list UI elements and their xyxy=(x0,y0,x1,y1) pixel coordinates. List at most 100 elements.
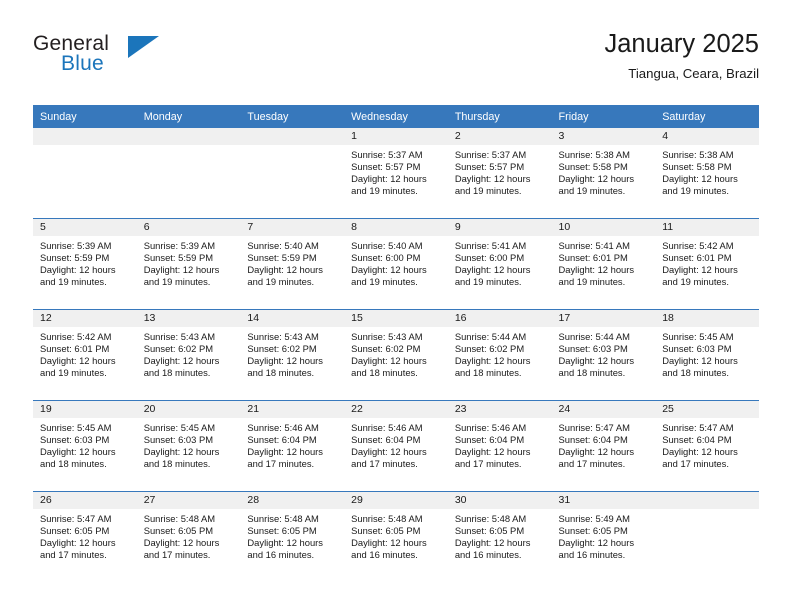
sunrise-text: Sunrise: 5:40 AM xyxy=(247,240,319,251)
day-cell-inner: 17 Sunrise: 5:44 AM Sunset: 6:03 PM Dayligh… xyxy=(551,310,656,400)
calendar-day-cell[interactable]: 20 Sunrise: 5:45 AM Sunset: 6:03 PM Dayligh… xyxy=(136,400,241,492)
day-number: 30 xyxy=(447,492,552,509)
day-number: 5 xyxy=(33,219,137,236)
day-details: Sunrise: 5:39 AM Sunset: 5:59 PM Daylight:… xyxy=(33,236,137,289)
brand-logo[interactable]: General Blue xyxy=(33,32,233,88)
calendar-day-cell[interactable]: 30 Sunrise: 5:48 AM Sunset: 6:05 PM Dayligh… xyxy=(447,491,552,582)
day-cell-inner: 16 Sunrise: 5:44 AM Sunset: 6:02 PM Dayligh… xyxy=(447,310,552,400)
day-details: Sunrise: 5:40 AM Sunset: 6:00 PM Daylight:… xyxy=(344,236,448,289)
calendar-header-row: Sunday Monday Tuesday Wednesday Thursday… xyxy=(33,105,759,128)
calendar-day-cell-empty xyxy=(240,128,345,219)
daylight-text: Daylight: 12 hours and 18 minutes. xyxy=(351,355,427,379)
day-details: Sunrise: 5:45 AM Sunset: 6:03 PM Daylight:… xyxy=(137,418,241,471)
day-number: 28 xyxy=(240,492,345,509)
calendar-day-cell[interactable]: 1 Sunrise: 5:37 AM Sunset: 5:57 PM Daylight… xyxy=(344,128,448,219)
day-number xyxy=(33,128,137,145)
day-cell-inner: 31 Sunrise: 5:49 AM Sunset: 6:05 PM Dayligh… xyxy=(551,492,656,582)
day-details: Sunrise: 5:47 AM Sunset: 6:04 PM Daylight:… xyxy=(655,418,759,471)
calendar-day-cell[interactable]: 6 Sunrise: 5:39 AM Sunset: 5:59 PM Daylight… xyxy=(136,218,241,310)
calendar-day-cell[interactable]: 4 Sunrise: 5:38 AM Sunset: 5:58 PM Daylight… xyxy=(655,128,759,219)
day-cell-inner: 9 Sunrise: 5:41 AM Sunset: 6:00 PM Daylight… xyxy=(447,219,552,309)
day-cell-inner: 15 Sunrise: 5:43 AM Sunset: 6:02 PM Dayligh… xyxy=(344,310,448,400)
day-details: Sunrise: 5:42 AM Sunset: 6:01 PM Daylight:… xyxy=(33,327,137,380)
daylight-text: Daylight: 12 hours and 16 minutes. xyxy=(247,537,323,561)
sunrise-text: Sunrise: 5:48 AM xyxy=(247,513,319,524)
day-cell-inner: 7 Sunrise: 5:40 AM Sunset: 5:59 PM Daylight… xyxy=(240,219,345,309)
sunrise-text: Sunrise: 5:48 AM xyxy=(454,513,527,524)
sunset-text: Sunset: 6:01 PM xyxy=(558,252,628,264)
day-details: Sunrise: 5:38 AM Sunset: 5:58 PM Daylight:… xyxy=(552,145,656,198)
calendar-day-cell[interactable]: 12 Sunrise: 5:42 AM Sunset: 6:01 PM Dayligh… xyxy=(33,309,137,401)
calendar-day-cell[interactable]: 10 Sunrise: 5:41 AM Sunset: 6:01 PM Dayligh… xyxy=(551,218,656,310)
sunrise-text: Sunrise: 5:39 AM xyxy=(143,240,216,251)
calendar-table: Sunday Monday Tuesday Wednesday Thursday… xyxy=(33,105,759,582)
day-number: 17 xyxy=(551,310,656,327)
calendar-day-cell[interactable]: 22 Sunrise: 5:46 AM Sunset: 6:04 PM Dayligh… xyxy=(344,400,448,492)
calendar-day-cell[interactable]: 27 Sunrise: 5:48 AM Sunset: 6:05 PM Dayligh… xyxy=(136,491,241,582)
day-cell-inner xyxy=(655,492,759,582)
sunrise-text: Sunrise: 5:41 AM xyxy=(454,240,527,251)
sunrise-text: Sunrise: 5:47 AM xyxy=(558,422,630,433)
day-cell-inner: 29 Sunrise: 5:48 AM Sunset: 6:05 PM Dayligh… xyxy=(344,492,448,582)
weekday-header-monday: Monday xyxy=(136,105,241,128)
day-number: 20 xyxy=(136,401,241,418)
day-cell-inner xyxy=(240,128,345,218)
daylight-text: Daylight: 12 hours and 19 minutes. xyxy=(351,173,427,197)
calendar-day-cell[interactable]: 8 Sunrise: 5:40 AM Sunset: 6:00 PM Daylight… xyxy=(344,218,448,310)
calendar-week-row: 1 Sunrise: 5:37 AM Sunset: 5:57 PM Daylight… xyxy=(33,128,759,219)
day-cell-inner: 30 Sunrise: 5:48 AM Sunset: 6:05 PM Dayligh… xyxy=(447,492,552,582)
calendar-day-cell-empty xyxy=(33,128,137,219)
calendar-day-cell[interactable]: 13 Sunrise: 5:43 AM Sunset: 6:02 PM Dayligh… xyxy=(136,309,241,401)
page-header: General Blue January 2025 Tiangua, Ceara… xyxy=(33,28,759,94)
calendar-day-cell[interactable]: 5 Sunrise: 5:39 AM Sunset: 5:59 PM Daylight… xyxy=(33,218,137,310)
page-subtitle: Tiangua, Ceara, Brazil xyxy=(628,66,759,81)
calendar-day-cell[interactable]: 14 Sunrise: 5:43 AM Sunset: 6:02 PM Dayligh… xyxy=(240,309,345,401)
calendar-day-cell[interactable]: 21 Sunrise: 5:46 AM Sunset: 6:04 PM Dayligh… xyxy=(240,400,345,492)
calendar-day-cell[interactable]: 29 Sunrise: 5:48 AM Sunset: 6:05 PM Dayligh… xyxy=(344,491,448,582)
sunset-text: Sunset: 6:03 PM xyxy=(558,343,628,355)
calendar-day-cell[interactable]: 31 Sunrise: 5:49 AM Sunset: 6:05 PM Dayligh… xyxy=(551,491,656,582)
day-cell-inner: 11 Sunrise: 5:42 AM Sunset: 6:01 PM Dayligh… xyxy=(655,219,759,309)
day-details xyxy=(137,145,241,149)
calendar-day-cell[interactable]: 23 Sunrise: 5:46 AM Sunset: 6:04 PM Dayligh… xyxy=(447,400,552,492)
sunset-text: Sunset: 5:59 PM xyxy=(143,252,214,264)
calendar-day-cell[interactable]: 17 Sunrise: 5:44 AM Sunset: 6:03 PM Dayligh… xyxy=(551,309,656,401)
daylight-text: Daylight: 12 hours and 19 minutes. xyxy=(351,264,427,288)
day-cell-inner: 22 Sunrise: 5:46 AM Sunset: 6:04 PM Dayligh… xyxy=(344,401,448,491)
day-details: Sunrise: 5:43 AM Sunset: 6:02 PM Daylight:… xyxy=(344,327,448,380)
day-details: Sunrise: 5:46 AM Sunset: 6:04 PM Daylight:… xyxy=(448,418,552,471)
day-cell-inner: 18 Sunrise: 5:45 AM Sunset: 6:03 PM Dayligh… xyxy=(655,310,759,400)
calendar-day-cell[interactable]: 24 Sunrise: 5:47 AM Sunset: 6:04 PM Dayligh… xyxy=(551,400,656,492)
day-details: Sunrise: 5:41 AM Sunset: 6:01 PM Daylight:… xyxy=(552,236,656,289)
sunrise-text: Sunrise: 5:39 AM xyxy=(40,240,112,251)
calendar-day-cell[interactable]: 25 Sunrise: 5:47 AM Sunset: 6:04 PM Dayligh… xyxy=(655,400,759,492)
sunrise-text: Sunrise: 5:42 AM xyxy=(662,240,734,251)
calendar-day-cell[interactable]: 28 Sunrise: 5:48 AM Sunset: 6:05 PM Dayligh… xyxy=(240,491,345,582)
triangle-logo-icon xyxy=(128,36,159,58)
daylight-text: Daylight: 12 hours and 19 minutes. xyxy=(558,173,635,197)
sunset-text: Sunset: 6:04 PM xyxy=(351,434,421,446)
page-title: January 2025 xyxy=(604,30,759,58)
day-cell-inner: 28 Sunrise: 5:48 AM Sunset: 6:05 PM Dayligh… xyxy=(240,492,345,582)
calendar-body: 1 Sunrise: 5:37 AM Sunset: 5:57 PM Daylight… xyxy=(33,128,759,582)
sunset-text: Sunset: 6:01 PM xyxy=(40,343,110,355)
day-number xyxy=(240,128,345,145)
daylight-text: Daylight: 12 hours and 19 minutes. xyxy=(247,264,323,288)
sunset-text: Sunset: 6:00 PM xyxy=(454,252,525,264)
calendar-day-cell[interactable]: 2 Sunrise: 5:37 AM Sunset: 5:57 PM Daylight… xyxy=(447,128,552,219)
day-details: Sunrise: 5:43 AM Sunset: 6:02 PM Daylight:… xyxy=(240,327,344,380)
calendar-day-cell[interactable]: 15 Sunrise: 5:43 AM Sunset: 6:02 PM Dayligh… xyxy=(344,309,448,401)
day-details: Sunrise: 5:46 AM Sunset: 6:04 PM Daylight:… xyxy=(240,418,344,471)
brand-name-blue: Blue xyxy=(61,52,104,75)
daylight-text: Daylight: 12 hours and 19 minutes. xyxy=(558,264,635,288)
calendar-day-cell[interactable]: 11 Sunrise: 5:42 AM Sunset: 6:01 PM Dayligh… xyxy=(655,218,759,310)
calendar-day-cell[interactable]: 26 Sunrise: 5:47 AM Sunset: 6:05 PM Dayligh… xyxy=(33,491,137,582)
daylight-text: Daylight: 12 hours and 16 minutes. xyxy=(558,537,635,561)
sunrise-text: Sunrise: 5:48 AM xyxy=(143,513,216,524)
calendar-day-cell[interactable]: 7 Sunrise: 5:40 AM Sunset: 5:59 PM Daylight… xyxy=(240,218,345,310)
calendar-day-cell[interactable]: 19 Sunrise: 5:45 AM Sunset: 6:03 PM Dayligh… xyxy=(33,400,137,492)
calendar-day-cell[interactable]: 9 Sunrise: 5:41 AM Sunset: 6:00 PM Daylight… xyxy=(447,218,552,310)
calendar-day-cell[interactable]: 3 Sunrise: 5:38 AM Sunset: 5:58 PM Daylight… xyxy=(551,128,656,219)
calendar-day-cell[interactable]: 18 Sunrise: 5:45 AM Sunset: 6:03 PM Dayligh… xyxy=(655,309,759,401)
calendar-day-cell[interactable]: 16 Sunrise: 5:44 AM Sunset: 6:02 PM Dayligh… xyxy=(447,309,552,401)
